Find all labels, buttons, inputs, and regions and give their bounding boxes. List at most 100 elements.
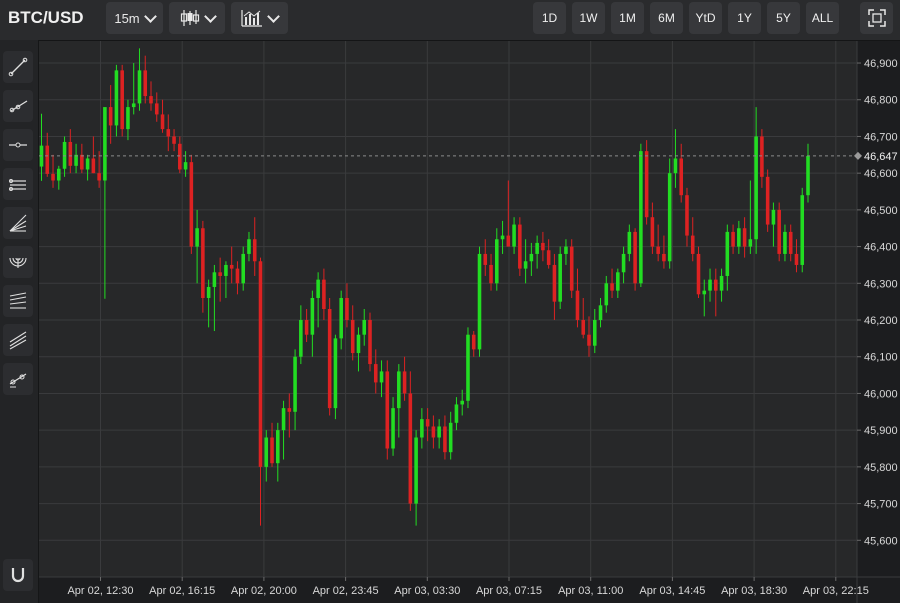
- candle: [639, 143, 643, 287]
- y-tick-label: 45,900: [864, 425, 898, 437]
- horizontal-line-tool[interactable]: [3, 129, 33, 161]
- pitchfork-tool[interactable]: [3, 324, 33, 356]
- candle-body: [552, 264, 557, 302]
- candle-body: [218, 272, 222, 276]
- chart-type-dropdown[interactable]: [169, 2, 225, 34]
- horizontal-line-icon: [9, 142, 27, 148]
- candle-body: [154, 103, 159, 115]
- trend-line-tool[interactable]: [3, 51, 33, 83]
- candle-body: [62, 141, 67, 169]
- candle: [368, 312, 372, 372]
- ray-tool[interactable]: [3, 90, 33, 122]
- chevron-down-icon: [267, 9, 280, 23]
- price-chart[interactable]: 45,600 45,700 45,800 45,900 46,000 46,100 46,2…: [39, 41, 900, 603]
- candle-body: [333, 338, 338, 409]
- range-1m-button[interactable]: 1M: [611, 2, 644, 34]
- fib-fan-tool[interactable]: [3, 207, 33, 239]
- symbol-label: BTC/USD: [8, 8, 84, 27]
- candle-body: [397, 371, 401, 409]
- candle-body: [725, 231, 730, 276]
- candle-body: [51, 173, 55, 181]
- regression-tool[interactable]: [3, 363, 33, 395]
- y-tick-label: 45,700: [864, 499, 898, 511]
- candle: [777, 202, 781, 262]
- parallel-channel-icon: [9, 179, 26, 191]
- x-tick-label: Apr 03, 18:30: [721, 585, 787, 597]
- y-tick-label: 46,000: [864, 388, 898, 400]
- range-ytd-button[interactable]: YtD: [689, 2, 722, 34]
- candle-body: [166, 129, 171, 137]
- y-tick-label: 46,400: [864, 242, 898, 254]
- candle-body: [737, 228, 741, 247]
- y-tick-label: 46,700: [864, 131, 898, 143]
- candle-body: [650, 217, 655, 247]
- candle-body: [454, 404, 459, 423]
- candle-body: [327, 309, 332, 409]
- candle: [800, 187, 805, 273]
- candle-body: [431, 426, 436, 438]
- candle-body: [558, 253, 562, 302]
- candle-body: [448, 422, 453, 453]
- fib-arcs-tool[interactable]: [3, 246, 33, 278]
- candle-body: [120, 70, 124, 130]
- candle-body: [160, 114, 165, 130]
- candle-body: [80, 154, 84, 170]
- fib-retracement-tool[interactable]: [3, 285, 33, 317]
- candle: [477, 246, 482, 357]
- candle-body: [690, 235, 695, 254]
- candle-body: [350, 320, 355, 354]
- candle: [327, 297, 332, 416]
- candle-body: [702, 290, 707, 295]
- candle-body: [639, 151, 643, 284]
- range-6m-button[interactable]: 6M: [650, 2, 683, 34]
- candle-body: [45, 145, 50, 174]
- parallel-channel-tool[interactable]: [3, 168, 33, 200]
- candle-body: [477, 253, 482, 350]
- candle-body: [569, 246, 574, 291]
- y-tick-label: 46,500: [864, 205, 898, 217]
- candle-body: [754, 136, 758, 240]
- candle-body: [149, 96, 153, 104]
- candle-body: [322, 279, 326, 309]
- candle-body: [252, 239, 257, 262]
- candle-body: [103, 107, 107, 181]
- candle-body: [581, 320, 586, 335]
- candle-body: [656, 246, 660, 254]
- candle: [765, 169, 770, 232]
- candle-body: [564, 246, 568, 254]
- candle-body: [281, 408, 286, 431]
- candle-body: [512, 224, 516, 247]
- candle-body: [356, 334, 361, 354]
- candle-body: [460, 400, 464, 405]
- candle-body: [598, 305, 603, 321]
- candle-body: [57, 168, 61, 181]
- range-all-button[interactable]: ALL: [806, 2, 839, 34]
- candle-body: [287, 408, 292, 412]
- candle-body: [74, 154, 78, 166]
- interval-dropdown[interactable]: 15m: [106, 2, 163, 34]
- candlestick-icon: [180, 10, 199, 26]
- candle: [644, 140, 649, 225]
- x-tick-label: Apr 03, 03:30: [394, 585, 460, 597]
- candle-body: [541, 242, 545, 251]
- candle-body: [575, 290, 580, 321]
- candle-body: [368, 320, 372, 365]
- candle-body: [299, 320, 303, 357]
- magnet-tool[interactable]: [3, 559, 33, 591]
- indicators-dropdown[interactable]: [231, 2, 288, 34]
- candle-body: [708, 279, 712, 291]
- candle-body: [471, 334, 476, 350]
- y-tick-label: 46,600: [864, 168, 898, 180]
- range-1y-button[interactable]: 1Y: [728, 2, 761, 34]
- range-5y-button[interactable]: 5Y: [767, 2, 800, 34]
- candle-body: [229, 264, 234, 269]
- x-tick-label: Apr 03, 22:15: [803, 585, 869, 597]
- candle-body: [760, 136, 764, 177]
- magnet-icon: [11, 568, 25, 583]
- fullscreen-button[interactable]: [860, 2, 893, 34]
- range-1w-button[interactable]: 1W: [572, 2, 605, 34]
- candle-body: [748, 239, 753, 247]
- candle: [558, 246, 562, 309]
- range-1d-button[interactable]: 1D: [533, 2, 566, 34]
- y-tick-label: 46,200: [864, 315, 898, 327]
